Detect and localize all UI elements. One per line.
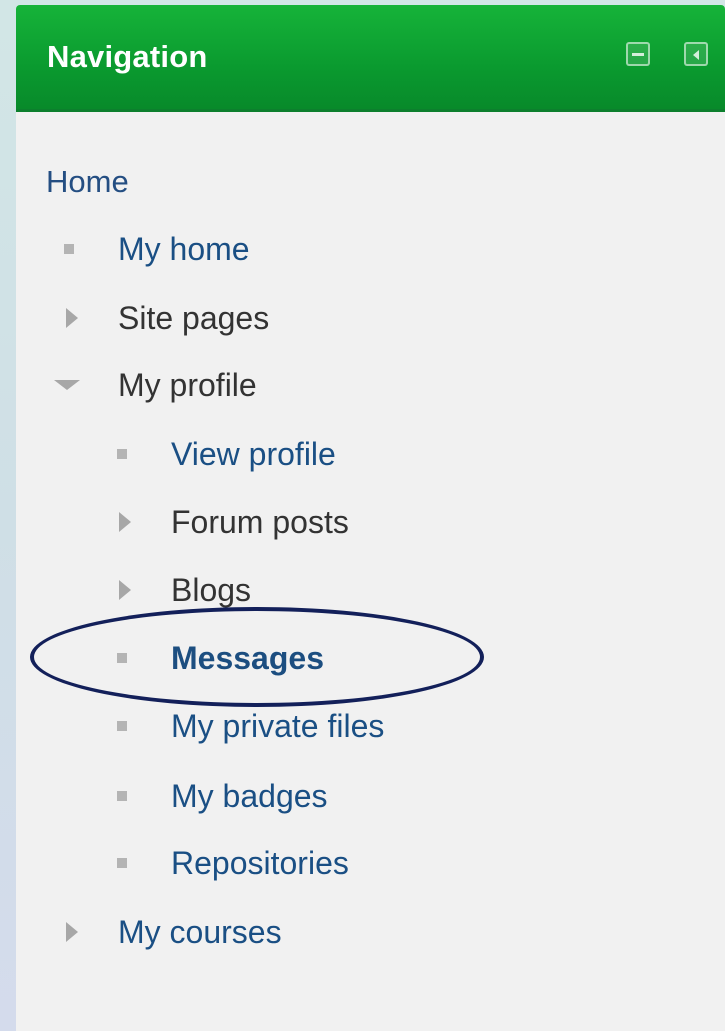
nav-view-profile-label: View profile	[171, 436, 336, 472]
nav-blogs-label: Blogs	[171, 572, 252, 608]
expand-arrow-icon[interactable]	[119, 512, 131, 532]
block-header: Navigation	[16, 5, 725, 112]
bullet-icon	[117, 721, 127, 731]
nav-forum-posts-label: Forum posts	[171, 504, 349, 540]
nav-repositories-label: Repositories	[171, 845, 349, 881]
block-title: Navigation	[47, 39, 208, 74]
nav-messages-label: Messages	[171, 640, 324, 676]
bullet-icon	[117, 791, 127, 801]
nav-my-home-label: My home	[118, 231, 250, 267]
expand-arrow-icon[interactable]	[66, 922, 78, 942]
nav-home[interactable]: Home	[46, 161, 129, 201]
bullet-icon	[117, 449, 127, 459]
nav-site-pages-label: Site pages	[118, 300, 270, 336]
collapse-arrow-icon[interactable]	[54, 380, 80, 390]
nav-home-label: Home	[46, 164, 129, 199]
bullet-icon	[64, 244, 74, 254]
bullet-icon	[117, 653, 127, 663]
dock-icon[interactable]	[684, 42, 708, 66]
nav-my-courses-label: My courses	[118, 914, 282, 950]
nav-my-profile-label: My profile	[118, 367, 257, 403]
bullet-icon	[117, 858, 127, 868]
nav-my-private-files-label: My private files	[171, 708, 385, 744]
expand-arrow-icon[interactable]	[66, 308, 78, 328]
nav-my-badges-label: My badges	[171, 778, 328, 814]
expand-arrow-icon[interactable]	[119, 580, 131, 600]
minimize-icon[interactable]	[626, 42, 650, 66]
